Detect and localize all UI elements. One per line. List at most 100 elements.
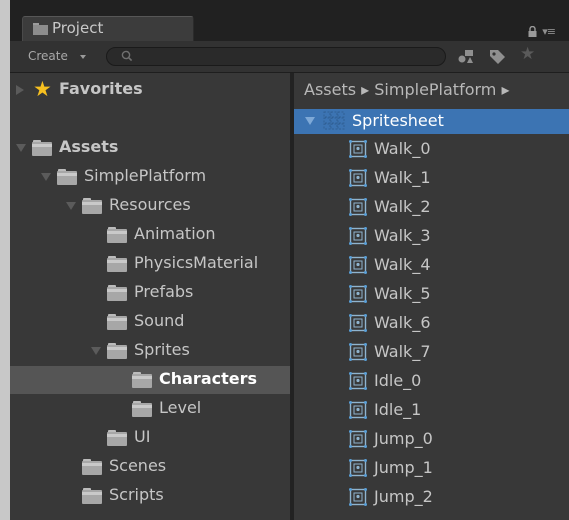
sprite-icon <box>349 372 367 390</box>
folder-icon <box>107 227 127 243</box>
sprite-item[interactable]: Walk_5 <box>294 280 569 309</box>
tree-item-physicsmaterial[interactable]: PhysicsMaterial <box>10 250 290 278</box>
search-input[interactable] <box>141 49 431 64</box>
expand-arrow-icon[interactable] <box>16 85 24 95</box>
sprite-item[interactable]: Jump_1 <box>294 454 569 483</box>
collapse-arrow-icon[interactable] <box>16 144 26 152</box>
lock-icon[interactable] <box>528 26 537 37</box>
sprite-icon <box>349 198 367 216</box>
create-button[interactable]: Create <box>28 49 68 63</box>
folder-icon <box>82 459 102 475</box>
sprite-label: Walk_7 <box>374 342 431 361</box>
sprite-icon <box>349 256 367 274</box>
toolbar: Create ★ <box>10 41 569 73</box>
tree-item-favorites[interactable]: ★ Favorites <box>10 76 290 104</box>
breadcrumb[interactable]: Assets ▸ SimplePlatform ▸ <box>304 80 510 99</box>
spritesheet-icon <box>323 111 345 130</box>
sprite-icon <box>349 401 367 419</box>
search-field[interactable] <box>106 47 446 66</box>
sprite-icon <box>349 140 367 158</box>
sprite-icon <box>349 314 367 332</box>
sprite-icon <box>349 488 367 506</box>
tree-item-prefabs[interactable]: Prefabs <box>10 279 290 307</box>
filter-by-type-icon[interactable] <box>458 48 476 64</box>
folder-icon <box>132 401 152 417</box>
tree-item-label: Prefabs <box>134 282 194 301</box>
collapse-arrow-icon[interactable] <box>66 202 76 210</box>
tree-item-label: Favorites <box>59 79 143 98</box>
tree-item-label: Scenes <box>109 456 167 475</box>
tab-folder-icon <box>33 23 48 35</box>
expand-arrow-icon[interactable] <box>305 117 315 125</box>
project-tab[interactable]: Project <box>22 16 194 41</box>
sprite-icon <box>349 227 367 245</box>
sprite-item[interactable]: Walk_0 <box>294 135 569 164</box>
star-icon: ★ <box>33 77 52 101</box>
sprite-icon <box>349 459 367 477</box>
folder-icon <box>107 285 127 301</box>
sprite-label: Idle_0 <box>374 371 422 390</box>
tree-item-level[interactable]: Level <box>10 395 290 423</box>
sprite-label: Walk_1 <box>374 168 431 187</box>
sprite-item[interactable]: Jump_2 <box>294 483 569 512</box>
folder-icon <box>132 372 152 388</box>
folder-icon <box>57 169 77 185</box>
tree-item-sound[interactable]: Sound <box>10 308 290 336</box>
tab-bar: Project ▾≡ <box>10 0 569 41</box>
sprite-label: Walk_5 <box>374 284 431 303</box>
sprite-icon <box>349 343 367 361</box>
tree-item-scripts[interactable]: Scripts <box>10 482 290 510</box>
sprite-item[interactable]: Walk_1 <box>294 164 569 193</box>
tab-title: Project <box>52 19 104 37</box>
tree-item-label: Assets <box>59 137 119 156</box>
tree-item-resources[interactable]: Resources <box>10 192 290 220</box>
tree-item-ui[interactable]: UI <box>10 424 290 452</box>
sprite-item[interactable]: Jump_0 <box>294 425 569 454</box>
sprite-label: Walk_2 <box>374 197 431 216</box>
folder-icon <box>107 314 127 330</box>
search-icon <box>121 50 133 62</box>
sprite-item[interactable]: Walk_2 <box>294 193 569 222</box>
sprite-item[interactable]: Walk_7 <box>294 338 569 367</box>
sprite-icon <box>349 285 367 303</box>
sprite-label: Walk_0 <box>374 139 431 158</box>
tree-item-label: Level <box>159 398 202 417</box>
tab-menu-icon[interactable]: ▾≡ <box>542 25 556 38</box>
tree-item-sprites[interactable]: Sprites <box>10 337 290 365</box>
tree-item-scenes[interactable]: Scenes <box>10 453 290 481</box>
folder-icon <box>107 343 127 359</box>
sprite-label: Walk_6 <box>374 313 431 332</box>
folder-icon <box>107 256 127 272</box>
collapse-arrow-icon[interactable] <box>41 173 51 181</box>
tree-item-label: Scripts <box>109 485 164 504</box>
tree-item-label: Sound <box>134 311 185 330</box>
sprite-label: Jump_2 <box>374 487 433 506</box>
tree-item-label: SimplePlatform <box>84 166 207 185</box>
folder-icon <box>32 140 52 156</box>
tree-item-animation[interactable]: Animation <box>10 221 290 249</box>
spritesheet-row[interactable]: Spritesheet <box>294 109 569 134</box>
save-search-star-icon[interactable]: ★ <box>520 46 535 63</box>
tree-item-simpleplatform[interactable]: SimplePlatform <box>10 163 290 191</box>
sprite-icon <box>349 169 367 187</box>
spritesheet-label: Spritesheet <box>352 111 444 130</box>
sprite-item[interactable]: Walk_4 <box>294 251 569 280</box>
sprite-label: Jump_1 <box>374 458 433 477</box>
tree-item-characters[interactable]: Characters <box>10 366 290 394</box>
filter-by-label-icon[interactable] <box>489 48 507 64</box>
tree-item-label: Sprites <box>134 340 190 359</box>
tree-item-label: Characters <box>159 369 258 388</box>
sprite-label: Jump_0 <box>374 429 433 448</box>
sprite-label: Walk_4 <box>374 255 431 274</box>
tree-item-label: PhysicsMaterial <box>134 253 259 272</box>
asset-list-panel: Assets ▸ SimplePlatform ▸ Spritesheet Wa… <box>294 73 569 520</box>
sprite-item[interactable]: Walk_6 <box>294 309 569 338</box>
sprite-item[interactable]: Walk_3 <box>294 222 569 251</box>
tree-item-label: UI <box>134 427 151 446</box>
chevron-down-icon <box>80 55 86 59</box>
collapse-arrow-icon[interactable] <box>91 347 101 355</box>
sprite-item[interactable]: Idle_1 <box>294 396 569 425</box>
tree-item-assets[interactable]: Assets <box>10 134 290 162</box>
tree-item-label: Animation <box>134 224 216 243</box>
sprite-item[interactable]: Idle_0 <box>294 367 569 396</box>
